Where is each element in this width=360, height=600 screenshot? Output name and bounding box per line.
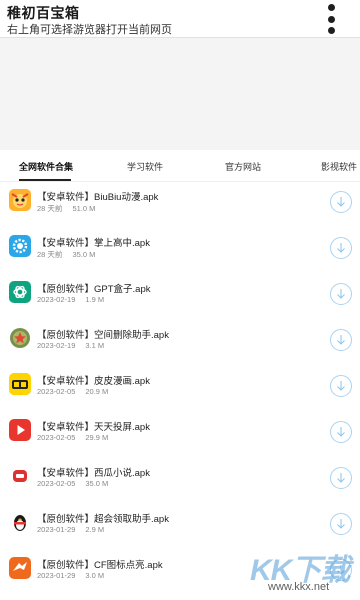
- download-button[interactable]: [330, 467, 352, 489]
- app-header: 稚初百宝箱 右上角可选择游览器打开当前网页: [0, 0, 360, 38]
- download-arrow-icon: [337, 243, 345, 253]
- file-size: 35.0 M: [85, 479, 109, 488]
- file-date: 2023-02-19: [37, 295, 76, 304]
- file-meta: 2023-02-05 20.9 M: [37, 387, 108, 396]
- file-meta: 2023-02-19 3.1 M: [37, 341, 104, 350]
- openai-icon: [9, 281, 31, 303]
- tab-official-sites[interactable]: 官方网站: [225, 160, 261, 173]
- download-button[interactable]: [330, 421, 352, 443]
- file-size: 3.0 M: [85, 571, 105, 580]
- download-button[interactable]: [330, 283, 352, 305]
- app-subtitle: 右上角可选择游览器打开当前网页: [7, 24, 172, 36]
- file-date: 2023-01-29: [37, 525, 76, 534]
- file-meta: 2023-02-05 29.9 M: [37, 433, 108, 442]
- file-name: 【原创软件】空间删除助手.apk: [37, 330, 169, 341]
- file-row[interactable]: 【原创软件】GPT盒子.apk 2023-02-19 1.9 M: [0, 277, 360, 322]
- file-meta: 28 天前 35.0 M: [37, 249, 95, 260]
- qq-penguin-icon: [9, 511, 31, 533]
- file-name: 【原创软件】GPT盒子.apk: [37, 284, 151, 295]
- tab-all-software[interactable]: 全网软件合集: [19, 160, 73, 173]
- file-size: 1.9 M: [85, 295, 105, 304]
- download-button[interactable]: [330, 559, 352, 581]
- download-button[interactable]: [330, 375, 352, 397]
- file-meta: 2023-01-29 2.9 M: [37, 525, 104, 534]
- content-placeholder: [0, 38, 360, 150]
- download-arrow-icon: [337, 197, 345, 207]
- file-meta: 28 天前 51.0 M: [37, 203, 95, 214]
- file-meta: 2023-01-29 3.0 M: [37, 571, 104, 580]
- download-arrow-icon: [337, 381, 345, 391]
- download-button[interactable]: [330, 237, 352, 259]
- file-name: 【安卓软件】BiuBiu动漫.apk: [37, 192, 159, 203]
- more-vertical-icon: [327, 27, 335, 34]
- file-size: 51.0 M: [72, 204, 96, 213]
- file-row[interactable]: 【原创软件】超会领取助手.apk 2023-01-29 2.9 M: [0, 507, 360, 552]
- file-date: 2023-01-29: [37, 571, 76, 580]
- download-arrow-icon: [337, 427, 345, 437]
- file-row[interactable]: 【安卓软件】皮皮漫画.apk 2023-02-05 20.9 M: [0, 369, 360, 414]
- file-name: 【原创软件】超会领取助手.apk: [37, 514, 169, 525]
- download-arrow-icon: [337, 335, 345, 345]
- file-name: 【原创软件】CF图标点亮.apk: [37, 560, 163, 571]
- play-app-icon: [9, 419, 31, 441]
- more-options-button[interactable]: [326, 4, 336, 34]
- file-row[interactable]: 【安卓软件】BiuBiu动漫.apk 28 天前 51.0 M: [0, 185, 360, 230]
- gear-app-icon: [9, 235, 31, 257]
- file-row[interactable]: 【安卓软件】天天投屏.apk 2023-02-05 29.9 M: [0, 415, 360, 460]
- file-size: 29.9 M: [85, 433, 109, 442]
- file-date: 2023-02-05: [37, 387, 76, 396]
- file-date: 2023-02-05: [37, 433, 76, 442]
- file-size: 3.1 M: [85, 341, 105, 350]
- pipi-comic-icon: [9, 373, 31, 395]
- badge-app-icon: [9, 327, 31, 349]
- active-tab-indicator: [19, 179, 71, 181]
- download-button[interactable]: [330, 329, 352, 351]
- book-app-icon: [9, 465, 31, 487]
- download-button[interactable]: [330, 513, 352, 535]
- file-meta: 2023-02-19 1.9 M: [37, 295, 104, 304]
- file-name: 【安卓软件】掌上高中.apk: [37, 238, 150, 249]
- file-size: 20.9 M: [85, 387, 109, 396]
- file-name: 【安卓软件】西瓜小说.apk: [37, 468, 150, 479]
- file-size: 35.0 M: [72, 250, 96, 259]
- app-title: 稚初百宝箱: [7, 5, 80, 21]
- file-meta: 2023-02-05 35.0 M: [37, 479, 108, 488]
- file-date: 28 天前: [37, 250, 63, 259]
- file-date: 2023-02-19: [37, 341, 76, 350]
- biubiu-app-icon: [9, 189, 31, 211]
- tab-study-software[interactable]: 学习软件: [127, 160, 163, 173]
- cf-app-icon: [9, 557, 31, 579]
- more-vertical-icon: [327, 4, 335, 11]
- download-arrow-icon: [337, 473, 345, 483]
- download-button[interactable]: [330, 191, 352, 213]
- file-size: 2.9 M: [85, 525, 105, 534]
- file-row[interactable]: 【安卓软件】掌上高中.apk 28 天前 35.0 M: [0, 231, 360, 276]
- more-vertical-icon: [327, 15, 335, 23]
- download-arrow-icon: [337, 519, 345, 529]
- file-date: 28 天前: [37, 204, 63, 213]
- download-arrow-icon: [337, 565, 345, 575]
- tab-video-software[interactable]: 影视软件: [321, 160, 357, 173]
- category-tabs: 全网软件合集 学习软件 官方网站 影视软件: [0, 150, 360, 182]
- file-row[interactable]: 【原创软件】空间删除助手.apk 2023-02-19 3.1 M: [0, 323, 360, 368]
- file-list: 【安卓软件】BiuBiu动漫.apk 28 天前 51.0 M 【安卓软件】掌上高…: [0, 182, 360, 600]
- file-row[interactable]: 【原创软件】CF图标点亮.apk 2023-01-29 3.0 M: [0, 553, 360, 598]
- file-name: 【安卓软件】天天投屏.apk: [37, 422, 150, 433]
- file-row[interactable]: 【安卓软件】西瓜小说.apk 2023-02-05 35.0 M: [0, 461, 360, 506]
- file-name: 【安卓软件】皮皮漫画.apk: [37, 376, 150, 387]
- download-arrow-icon: [337, 289, 345, 299]
- file-date: 2023-02-05: [37, 479, 76, 488]
